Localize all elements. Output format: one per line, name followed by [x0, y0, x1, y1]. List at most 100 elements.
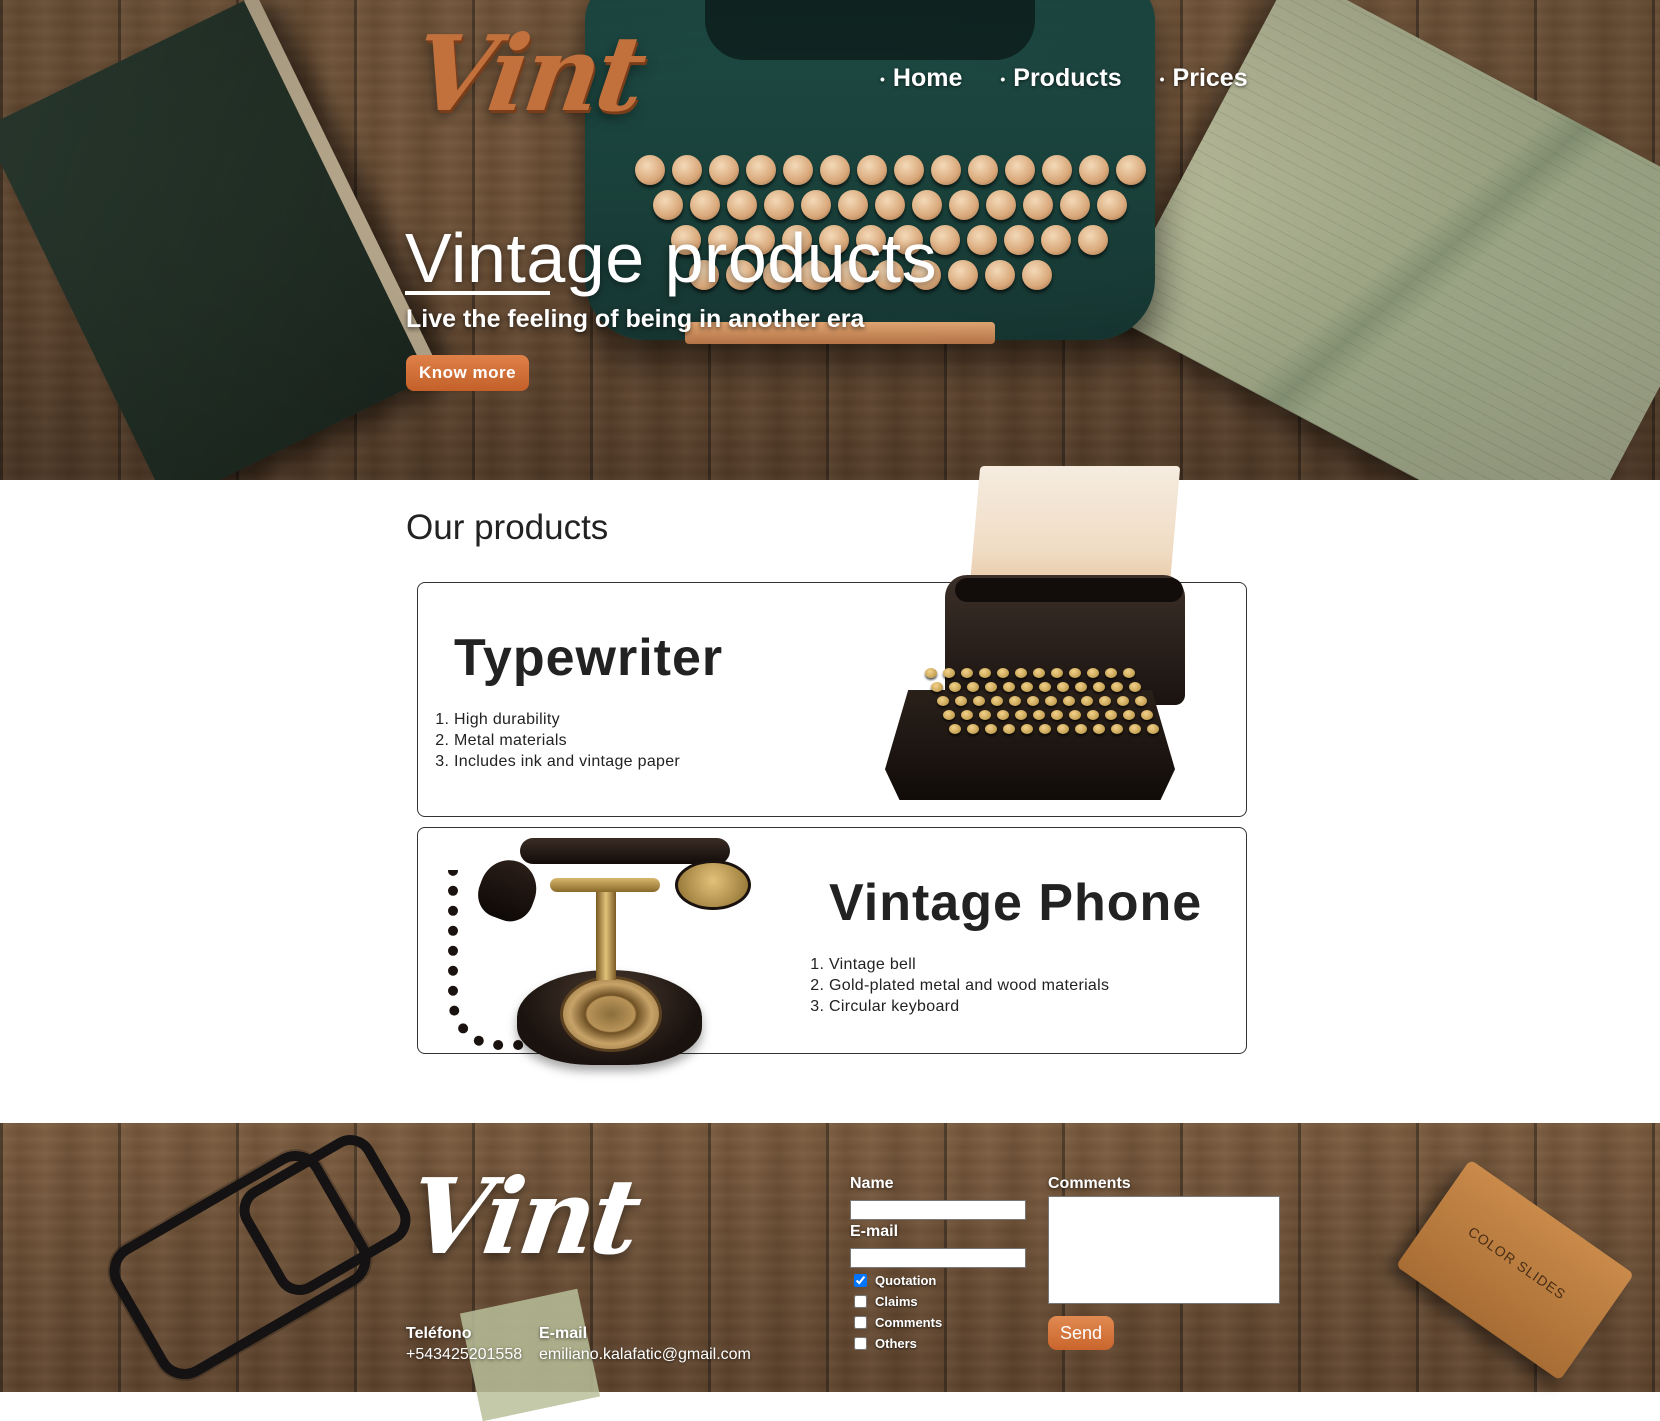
- quotation-checkbox[interactable]: [854, 1274, 867, 1287]
- typewriter-key: [1021, 724, 1033, 734]
- typewriter-key: [1123, 710, 1135, 720]
- hero-title-underline: [405, 291, 550, 295]
- list-item: High durability: [454, 709, 680, 730]
- hero-subtitle: Live the feeling of being in another era: [406, 305, 865, 333]
- bullet-icon: •: [880, 70, 885, 87]
- typewriter-key: [1117, 696, 1129, 706]
- typewriter-key: [979, 668, 991, 678]
- checkbox-others[interactable]: Others: [854, 1336, 917, 1351]
- bullet-icon: •: [1000, 70, 1006, 87]
- hero-title: Vintage products: [405, 219, 938, 297]
- phone-cradle-image: [550, 878, 660, 892]
- typewriter-key: [961, 710, 973, 720]
- phone-value: +543425201558: [406, 1346, 523, 1363]
- name-label: Name: [850, 1175, 894, 1192]
- typewriter-key: [1003, 682, 1015, 692]
- typewriter-key: [955, 696, 967, 706]
- others-checkbox[interactable]: [854, 1337, 867, 1350]
- checkbox-label: Others: [875, 1336, 917, 1351]
- typewriter-key: [997, 668, 1009, 678]
- typewriter-key: [997, 710, 1009, 720]
- nav-item-prices[interactable]: • Prices: [1160, 64, 1248, 93]
- typewriter-key: [943, 668, 955, 678]
- typewriter-paper-image: [969, 466, 1181, 586]
- product-title: Typewriter: [454, 629, 724, 687]
- comments-label: Comments: [1048, 1175, 1131, 1192]
- nav-item-label: Home: [892, 64, 963, 92]
- typewriter-key: [1093, 682, 1105, 692]
- typewriter-key: [1069, 668, 1081, 678]
- bullet-icon: •: [1159, 70, 1165, 87]
- product-feature-list: Vintage bell Gold-plated metal and wood …: [811, 954, 1109, 1017]
- typewriter-key: [973, 696, 985, 706]
- typewriter-key: [1087, 668, 1099, 678]
- typewriter-key: [1063, 696, 1075, 706]
- typewriter-key: [1021, 682, 1033, 692]
- typewriter-key: [1081, 696, 1093, 706]
- comments-textarea[interactable]: [1048, 1196, 1280, 1304]
- typewriter-key: [985, 724, 997, 734]
- list-item: Vintage bell: [829, 954, 1109, 975]
- checkbox-claims[interactable]: Claims: [854, 1294, 918, 1309]
- typewriter-key: [1093, 724, 1105, 734]
- list-item: Gold-plated metal and wood materials: [829, 975, 1109, 996]
- typewriter-key: [967, 724, 979, 734]
- product-feature-list: High durability Metal materials Includes…: [436, 709, 680, 772]
- typewriter-key: [961, 668, 973, 678]
- typewriter-key: [931, 682, 943, 692]
- typewriter-key: [1135, 696, 1147, 706]
- typewriter-key: [967, 682, 979, 692]
- email-value[interactable]: emiliano.kalafatic@gmail.com: [539, 1344, 751, 1365]
- typewriter-key: [991, 696, 1003, 706]
- typewriter-key: [1051, 668, 1063, 678]
- contact-phone: Teléfono +543425201558: [406, 1323, 522, 1365]
- footer-logo[interactable]: Vint: [401, 1155, 644, 1278]
- list-item: Circular keyboard: [829, 996, 1109, 1017]
- checkbox-quotation[interactable]: Quotation: [854, 1273, 936, 1288]
- know-more-button[interactable]: Know more: [406, 355, 530, 391]
- typewriter-key: [1033, 668, 1045, 678]
- checkbox-label: Claims: [875, 1294, 918, 1309]
- list-item: Includes ink and vintage paper: [454, 751, 680, 772]
- typewriter-key: [1105, 668, 1117, 678]
- typewriter-key: [1051, 710, 1063, 720]
- phone-handset-image: [520, 838, 730, 864]
- nav-item-home[interactable]: • Home: [880, 64, 962, 93]
- typewriter-key: [1027, 696, 1039, 706]
- typewriter-key: [985, 682, 997, 692]
- typewriter-key: [943, 710, 955, 720]
- claims-checkbox[interactable]: [854, 1295, 867, 1308]
- typewriter-key: [1075, 682, 1087, 692]
- checkbox-comments[interactable]: Comments: [854, 1315, 942, 1330]
- phone-label: Teléfono: [406, 1325, 472, 1342]
- email-field[interactable]: [850, 1248, 1026, 1268]
- phone-rotary-dial-image: [560, 976, 662, 1052]
- nav-item-label: Products: [1013, 64, 1122, 92]
- typewriter-key: [1009, 696, 1021, 706]
- phone-neck-image: [596, 880, 616, 980]
- slide-box-label: COLOR SLIDES: [1465, 1223, 1570, 1303]
- typewriter-key: [1141, 710, 1153, 720]
- typewriter-key: [925, 668, 937, 678]
- typewriter-key: [949, 682, 961, 692]
- list-item: Metal materials: [454, 730, 680, 751]
- comments-checkbox[interactable]: [854, 1316, 867, 1329]
- typewriter-key: [1147, 724, 1159, 734]
- typewriter-key: [1129, 682, 1141, 692]
- typewriter-key: [1075, 724, 1087, 734]
- typewriter-key: [1069, 710, 1081, 720]
- typewriter-roller-image: [955, 578, 1183, 602]
- typewriter-key: [1033, 710, 1045, 720]
- logo[interactable]: Vint: [406, 12, 649, 135]
- typewriter-key: [1003, 724, 1015, 734]
- typewriter-key: [1039, 682, 1051, 692]
- nav-item-products[interactable]: • Products: [1000, 64, 1121, 93]
- name-field[interactable]: [850, 1200, 1026, 1220]
- main-nav: • Home • Products • Prices: [880, 64, 1248, 93]
- nav-item-label: Prices: [1172, 64, 1248, 92]
- send-button[interactable]: Send: [1048, 1316, 1115, 1350]
- email-field-label: E-mail: [850, 1223, 899, 1240]
- typewriter-key: [1105, 710, 1117, 720]
- typewriter-key: [937, 696, 949, 706]
- email-label: E-mail: [539, 1325, 588, 1342]
